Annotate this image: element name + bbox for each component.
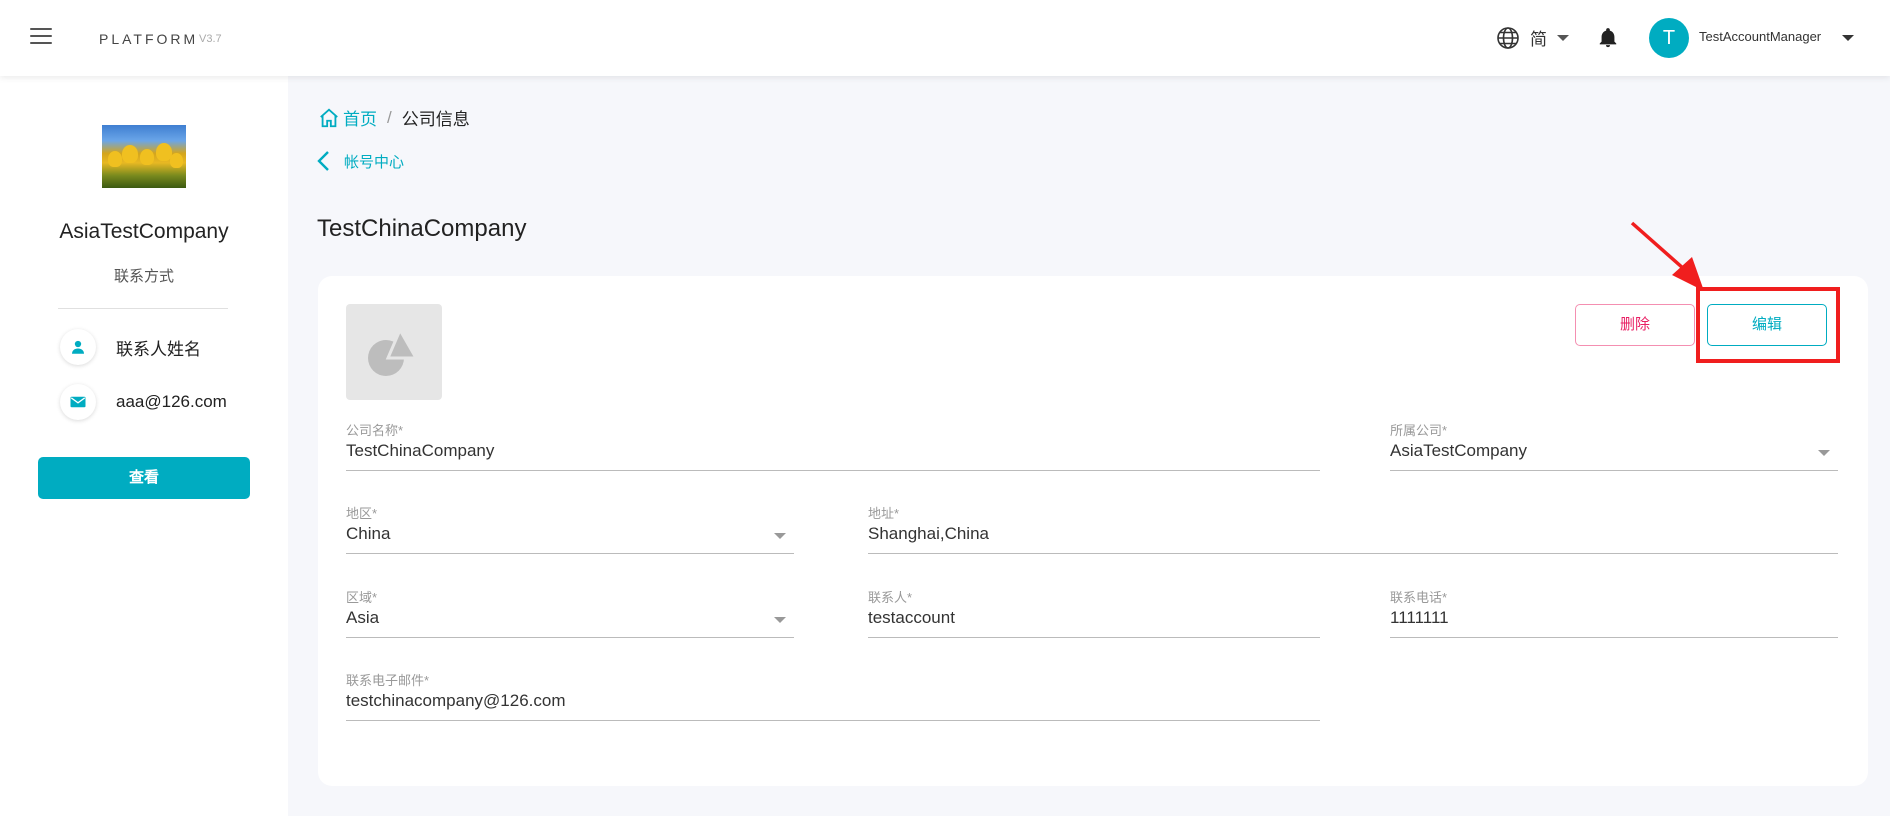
contact-info-heading: 联系方式 <box>113 268 174 285</box>
person-icon <box>60 329 96 365</box>
globe-icon <box>1497 26 1519 49</box>
phone-value: 1111111 <box>1390 608 1449 627</box>
top-header: PLATFORM V3.7 简 T TestAccountManager <box>0 0 1890 76</box>
contact-person-field[interactable]: 联系人* testaccount <box>868 587 1320 639</box>
address-value: Shanghai,China <box>868 524 989 543</box>
chevron-down-icon <box>1557 34 1569 41</box>
notification-bell-icon[interactable] <box>1597 26 1619 50</box>
email-field[interactable]: 联系电子邮件* testchinacompany@126.com <box>346 670 1320 722</box>
chevron-left-icon <box>317 151 329 171</box>
breadcrumb-separator: / <box>387 107 392 127</box>
sidebar-divider <box>58 308 228 309</box>
delete-button[interactable]: 删除 <box>1575 304 1695 346</box>
annotation-arrow-icon <box>1630 221 1704 291</box>
email-value: testchinacompany@126.com <box>346 691 566 710</box>
company-info-card: 删除 编辑 公司名称* TestChinaCompany 所属公司* AsiaT… <box>318 221 1868 786</box>
image-placeholder-icon <box>368 326 419 376</box>
company-logo-image <box>102 125 186 188</box>
user-avatar[interactable]: T <box>1649 18 1689 58</box>
breadcrumb: 首页 / 公司信息 <box>318 105 470 130</box>
contact-name: 联系人姓名 <box>116 339 201 359</box>
address-label: 地址* <box>868 506 900 521</box>
email-label: 联系电子邮件* <box>346 673 430 688</box>
back-link-label: 帐号中心 <box>344 153 405 171</box>
breadcrumb-home-label: 首页 <box>343 110 377 129</box>
company-image-placeholder[interactable] <box>346 304 442 400</box>
contact-name-row: 联系人姓名 <box>60 329 201 365</box>
email-icon <box>60 384 96 420</box>
contact-person-value: testaccount <box>868 608 955 627</box>
dropdown-arrow-icon <box>774 533 786 539</box>
username[interactable]: TestAccountManager <box>1699 29 1821 44</box>
dropdown-arrow-icon <box>1818 450 1830 456</box>
region-value: China <box>346 524 391 543</box>
language-selector[interactable]: 简 <box>1496 25 1569 50</box>
breadcrumb-current: 公司信息 <box>401 110 470 129</box>
company-sidebar: AsiaTestCompany 联系方式 联系人姓名 aaa@126.com 查… <box>0 76 288 816</box>
sidebar-company-name: AsiaTestCompany <box>59 220 229 243</box>
parent-company-label: 所属公司* <box>1390 423 1448 438</box>
brand-name: PLATFORM <box>99 31 199 47</box>
address-field[interactable]: 地址* Shanghai,China <box>868 503 1838 555</box>
phone-label: 联系电话* <box>1390 590 1448 605</box>
company-name-label: 公司名称* <box>346 423 404 438</box>
contact-email-row: aaa@126.com <box>60 384 227 420</box>
user-menu-chevron-icon[interactable] <box>1842 35 1854 41</box>
area-label: 区域* <box>346 590 378 605</box>
contact-email: aaa@126.com <box>116 392 227 411</box>
company-name-value: TestChinaCompany <box>346 441 495 460</box>
dropdown-arrow-icon <box>774 617 786 623</box>
page-title: TestChinaCompany <box>317 215 527 242</box>
version-label: V3.7 <box>199 33 222 45</box>
phone-field[interactable]: 联系电话* 1111111 <box>1390 587 1838 639</box>
hamburger-menu-icon[interactable] <box>30 28 52 46</box>
breadcrumb-home[interactable]: 首页 <box>318 105 377 130</box>
parent-company-select[interactable]: 所属公司* AsiaTestCompany <box>1390 420 1838 472</box>
contact-person-label: 联系人* <box>868 590 913 605</box>
language-label: 简 <box>1530 30 1547 50</box>
back-to-account-center-link[interactable]: 帐号中心 <box>316 150 404 172</box>
area-select[interactable]: 区域* Asia <box>346 587 794 639</box>
area-value: Asia <box>346 608 380 627</box>
view-button[interactable]: 查看 <box>38 457 250 499</box>
region-label: 地区* <box>346 506 378 521</box>
annotation-highlight-box <box>1696 287 1840 363</box>
region-select[interactable]: 地区* China <box>346 503 794 555</box>
parent-company-value: AsiaTestCompany <box>1390 441 1528 460</box>
company-name-field[interactable]: 公司名称* TestChinaCompany <box>346 420 1320 472</box>
home-icon <box>320 108 338 127</box>
